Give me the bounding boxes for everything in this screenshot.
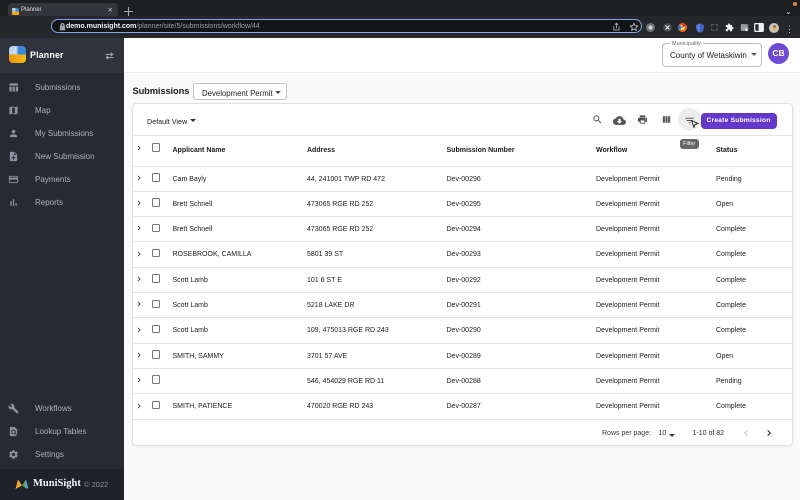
svg-text:7: 7 (701, 29, 703, 32)
